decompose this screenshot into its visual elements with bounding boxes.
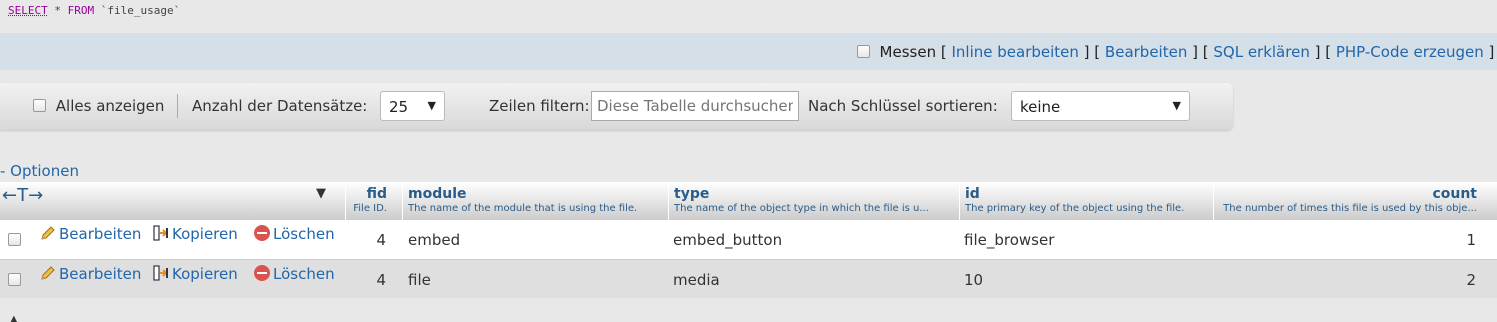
column-header-module[interactable]: module The name of the module that is us…: [408, 186, 668, 214]
column-name: count: [1432, 186, 1477, 202]
column-name: module: [408, 186, 467, 202]
sql-from-keyword: FROM: [67, 4, 95, 17]
rows-count-select[interactable]: 25 ▼: [380, 91, 445, 121]
pencil-icon: [41, 226, 55, 240]
column-divider: [402, 182, 403, 220]
column-name: fid: [366, 186, 387, 202]
column-divider: [668, 182, 669, 220]
sort-value: keine: [1020, 98, 1061, 116]
column-divider: [1213, 182, 1214, 220]
cell-type[interactable]: embed_button: [673, 231, 782, 249]
sql-explain-link[interactable]: SQL erklären: [1213, 43, 1309, 61]
navigation-bar: Alles anzeigen Anzahl der Datensätze: 25…: [0, 83, 1233, 130]
cell-count[interactable]: 1: [1466, 231, 1476, 249]
sql-query: SELECT * FROM `file_usage`: [8, 4, 180, 17]
edit-row-button[interactable]: Bearbeiten: [40, 225, 141, 243]
copy-row-button[interactable]: Kopieren: [153, 265, 238, 283]
dropdown-arrow-icon: ▼: [1172, 99, 1181, 112]
column-header-id[interactable]: id The primary key of the object using t…: [965, 186, 1205, 214]
sql-table-name: `file_usage`: [100, 4, 181, 17]
filter-input[interactable]: [591, 91, 799, 121]
sql-star: *: [54, 4, 61, 17]
cell-module[interactable]: embed: [408, 231, 460, 249]
column-resize-arrows-icon[interactable]: ←T→: [2, 185, 43, 206]
cell-count[interactable]: 2: [1466, 271, 1476, 289]
column-desc: The primary key of the object using the …: [965, 203, 1185, 214]
cell-id[interactable]: 10: [964, 271, 983, 289]
edit-label: Bearbeiten: [59, 265, 142, 283]
delete-label: Löschen: [273, 265, 335, 283]
row-checkbox[interactable]: [8, 273, 21, 286]
copy-icon: [153, 265, 168, 281]
column-header-fid[interactable]: fid File ID.: [353, 186, 387, 214]
column-desc: The number of times this file is used by…: [1223, 203, 1477, 214]
cell-fid[interactable]: 4: [376, 271, 386, 289]
copy-row-button[interactable]: Kopieren: [153, 225, 238, 243]
delete-row-button[interactable]: Löschen: [254, 265, 335, 283]
column-header-type[interactable]: type The name of the object type in whic…: [674, 186, 954, 214]
column-name: id: [965, 186, 980, 202]
table-header: ←T→ ▼ fid File ID. module The name of th…: [0, 182, 1497, 220]
column-desc: The name of the object type in which the…: [674, 203, 929, 214]
delete-icon: [254, 225, 270, 241]
query-actions-bar: Messen [ Inline bearbeiten ] [ Bearbeite…: [0, 33, 1497, 70]
sort-select[interactable]: keine ▼: [1011, 91, 1190, 121]
divider: [177, 94, 178, 118]
measure-label: Messen: [879, 43, 937, 61]
measure-checkbox[interactable]: [857, 45, 870, 58]
edit-label: Bearbeiten: [59, 225, 142, 243]
rows-count-value: 25: [389, 98, 409, 116]
cell-id[interactable]: file_browser: [964, 231, 1054, 249]
rows-count-label: Anzahl der Datensätze:: [192, 97, 368, 115]
show-all-option[interactable]: Alles anzeigen: [33, 97, 164, 115]
table-row: Bearbeiten Kopieren Löschen 4 file media…: [0, 259, 1497, 298]
inline-edit-link[interactable]: Inline bearbeiten: [951, 43, 1078, 61]
column-desc: The name of the module that is using the…: [408, 203, 638, 214]
php-code-link[interactable]: PHP-Code erzeugen: [1336, 43, 1484, 61]
column-desc: File ID.: [353, 203, 387, 214]
column-name: type: [674, 186, 710, 202]
pencil-icon: [41, 266, 55, 280]
cell-type[interactable]: media: [673, 271, 720, 289]
edit-row-button[interactable]: Bearbeiten: [40, 265, 141, 283]
column-divider: [345, 182, 346, 220]
show-all-checkbox[interactable]: [33, 99, 46, 112]
up-arrow-icon: ▲: [10, 314, 18, 322]
column-options-dropdown-icon[interactable]: ▼: [316, 186, 326, 201]
column-header-count[interactable]: count The number of times this file is u…: [1220, 186, 1477, 214]
delete-row-button[interactable]: Löschen: [254, 225, 335, 243]
show-all-label: Alles anzeigen: [55, 97, 165, 115]
edit-link[interactable]: Bearbeiten: [1105, 43, 1187, 61]
row-checkbox[interactable]: [8, 233, 21, 246]
sql-select-keyword[interactable]: SELECT: [8, 4, 48, 17]
copy-label: Kopieren: [172, 225, 238, 243]
cell-module[interactable]: file: [408, 271, 431, 289]
dropdown-arrow-icon: ▼: [427, 99, 436, 112]
cell-fid[interactable]: 4: [376, 231, 386, 249]
delete-label: Löschen: [273, 225, 335, 243]
copy-label: Kopieren: [172, 265, 238, 283]
table-row: Bearbeiten Kopieren Löschen 4 embed embe…: [0, 220, 1497, 259]
filter-label: Zeilen filtern:: [489, 97, 590, 115]
delete-icon: [254, 265, 270, 281]
column-divider: [959, 182, 960, 220]
sort-label: Nach Schlüssel sortieren:: [808, 97, 998, 115]
copy-icon: [153, 225, 168, 241]
options-link[interactable]: - Optionen: [0, 162, 79, 180]
